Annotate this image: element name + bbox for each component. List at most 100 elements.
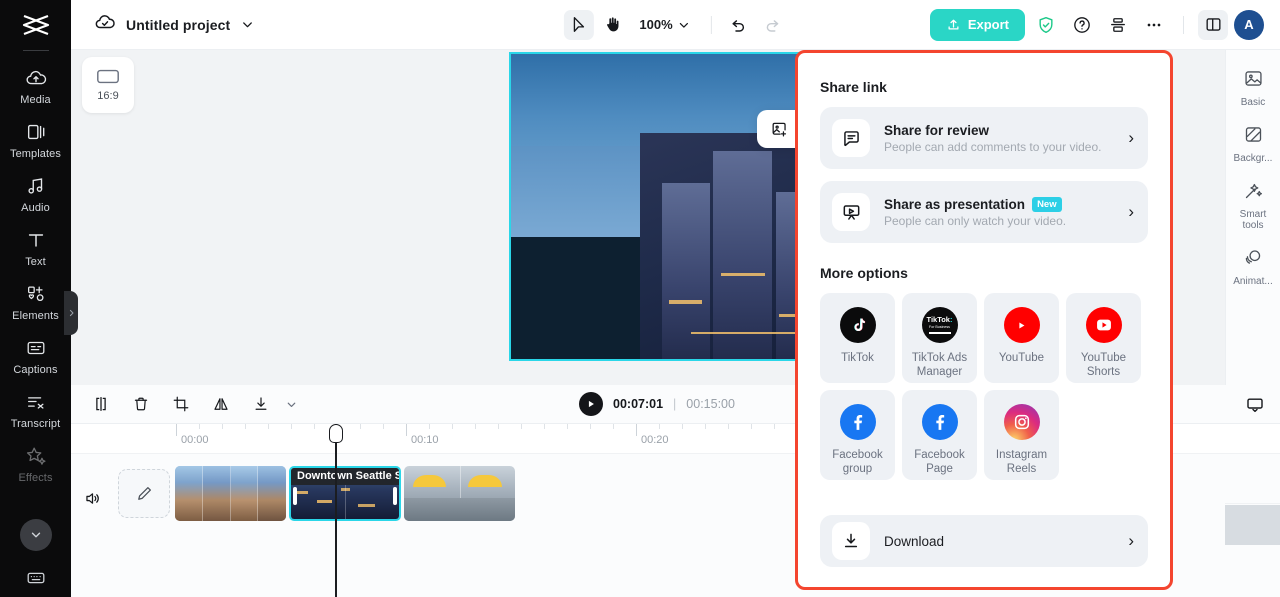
timeline-clip[interactable] [175,466,286,521]
share-as-presentation-text: Share as presentation New People can onl… [884,196,1114,228]
playhead[interactable] [335,424,337,597]
play-button[interactable] [579,392,603,416]
right-item-label: Backgr... [1233,153,1273,164]
zoom-level-value: 100% [639,17,673,32]
animation-icon [1243,247,1264,273]
tiktok-icon [839,307,876,343]
crop-button[interactable] [170,393,192,415]
share-option-tiktok[interactable]: TikTok [820,293,895,383]
sidebar-item-transcript[interactable]: Transcript [0,383,71,437]
share-option-youtube-shorts[interactable]: YouTube Shorts [1066,293,1141,383]
chevron-right-icon: › [1128,202,1134,221]
panel-expand-handle[interactable] [64,291,78,335]
elements-shapes-icon [24,282,48,306]
sidebar-item-audio[interactable]: Audio [0,167,71,221]
share-option-facebook-group[interactable]: Facebook group [820,390,895,480]
cursor-arrow-icon [573,17,585,32]
share-option-label: TikTok [841,352,874,364]
share-for-review-text: Share for review People can add comments… [884,123,1114,154]
export-button[interactable]: Export [929,8,1025,41]
sidebar-item-templates[interactable]: Templates [0,113,71,167]
help-button[interactable] [1067,10,1097,40]
download-row[interactable]: Download › [820,515,1148,567]
more-options-button[interactable] [1139,10,1169,40]
layout-toggle-button[interactable] [1198,9,1228,40]
redo-button[interactable] [758,10,788,40]
right-item-label: Animat... [1233,276,1273,287]
right-item-smart-tools[interactable]: Smart tools [1226,172,1280,239]
sidebar-item-elements[interactable]: Elements [0,275,71,329]
hand-tool-button[interactable] [597,10,627,40]
top-toolbar: Untitled project 100% Export A [71,0,1280,50]
youtube-shorts-icon [1085,307,1122,343]
clip-trim-right[interactable] [393,487,397,505]
pencil-icon [137,487,151,500]
timeline-clip[interactable] [404,466,515,521]
select-tool-button[interactable] [563,9,594,40]
aspect-ratio-chip[interactable]: 16:9 [82,57,134,113]
speaker-icon[interactable] [81,487,103,509]
zoom-control[interactable]: 100% [631,17,698,32]
share-row-title-text: Share for review [884,122,990,138]
mirror-flip-button[interactable] [210,393,232,415]
right-item-background[interactable]: Backgr... [1226,116,1280,172]
share-option-tiktok-ads-manager[interactable]: TikTok: For Business TikTok Ads Manager [902,293,977,383]
add-image-button[interactable] [765,115,793,143]
youtube-icon [1003,307,1040,343]
top-right-actions: Export A [929,8,1280,41]
share-option-label: YouTube Shorts [1080,352,1127,378]
chevron-down-icon [287,402,295,407]
playback-controls: 00:07:01 | 00:15:00 [579,392,735,416]
share-row-title: Share as presentation New [884,196,1114,212]
timeline-right-strip [1225,454,1280,597]
chevron-right-icon: › [1128,531,1134,550]
chevron-right-icon [69,309,73,317]
delete-button[interactable] [130,393,152,415]
split-clip-button[interactable] [90,393,112,415]
undo-button[interactable] [724,10,754,40]
export-label: Export [967,17,1009,32]
sidebar-item-text[interactable]: Text [0,221,71,275]
right-item-label: Basic [1240,97,1266,108]
timeline-tool-group [71,393,302,415]
timeline-clip-selected[interactable]: Downtown Seattle S [289,466,401,521]
right-item-basic[interactable]: Basic [1226,60,1280,116]
share-option-instagram-reels[interactable]: Instagram Reels [984,390,1059,480]
sidebar-item-media[interactable]: Media [0,59,71,113]
share-for-review-row[interactable]: Share for review People can add comments… [820,107,1148,169]
monitor-icon [1247,398,1263,413]
templates-icon [24,120,48,144]
image-basic-icon [1243,68,1264,94]
sidebar-keyboard-button[interactable] [0,567,71,589]
rail-divider [22,50,49,51]
shield-button[interactable] [1031,10,1061,40]
ruler-label: 00:10 [411,434,439,446]
right-item-animation[interactable]: Animat... [1226,239,1280,295]
share-option-youtube[interactable]: YouTube [984,293,1059,383]
avatar[interactable]: A [1234,9,1264,40]
sidebar-item-label: Text [25,256,46,268]
sidebar-item-captions[interactable]: Captions [0,329,71,383]
transcript-icon [24,390,48,414]
sidebar-collapse-button[interactable] [20,519,52,551]
share-as-presentation-row[interactable]: Share as presentation New People can onl… [820,181,1148,243]
sidebar-item-label: Effects [18,472,53,484]
sidebar-item-effects[interactable]: Effects [0,437,71,491]
clip-trim-left[interactable] [293,487,297,505]
monitor-button[interactable] [1242,392,1268,418]
total-time: 00:15:00 [686,397,735,411]
layers-button[interactable] [1103,10,1133,40]
play-icon [588,400,594,408]
share-row-subtitle: People can only watch your video. [884,213,1067,228]
ruler-label: 00:00 [181,434,209,446]
timeline-download-button[interactable] [250,393,272,415]
timeline-download-more-button[interactable] [280,393,302,415]
ellipsis-icon [1147,23,1161,26]
track-edit-button[interactable] [118,469,170,518]
chevron-right-icon: › [1128,128,1134,147]
timeline-scrollbar[interactable] [1225,505,1280,545]
project-dropdown-button[interactable] [240,17,255,32]
app-logo[interactable] [0,0,71,50]
share-option-facebook-page[interactable]: Facebook Page [902,390,977,480]
playhead-handle[interactable] [329,424,343,443]
